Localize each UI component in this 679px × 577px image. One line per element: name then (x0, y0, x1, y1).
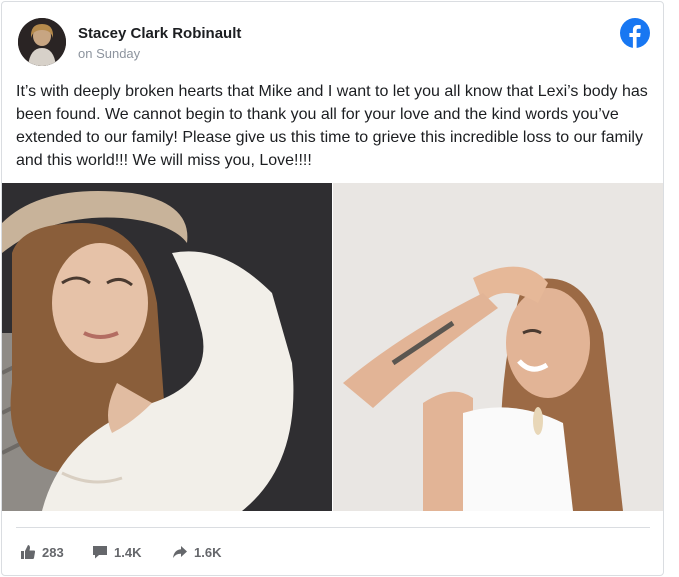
facebook-post-card: Stacey Clark Robinault on Sunday It’s wi… (1, 1, 664, 576)
author-name[interactable]: Stacey Clark Robinault (78, 25, 241, 42)
comment-bubble-icon (93, 546, 107, 559)
post-photo-left[interactable] (2, 183, 332, 511)
comment-count-value: 1.4K (114, 544, 142, 560)
share-count-value: 1.6K (194, 544, 222, 560)
post-body-text: It’s with deeply broken hearts that Mike… (16, 83, 648, 169)
like-count[interactable]: 283 (20, 538, 64, 566)
footer-divider (16, 527, 650, 528)
thumbs-up-icon (21, 545, 36, 559)
like-count-value: 283 (42, 544, 64, 560)
author-avatar[interactable] (18, 18, 66, 66)
photo-woman-smiling (333, 183, 663, 511)
facebook-logo-icon[interactable] (620, 18, 650, 48)
post-timestamp[interactable]: on Sunday (78, 46, 140, 61)
photo-woman-in-hat (2, 183, 332, 511)
comment-count[interactable]: 1.4K (92, 538, 141, 566)
share-count[interactable]: 1.6K (172, 538, 221, 566)
post-header: Stacey Clark Robinault on Sunday (16, 16, 650, 66)
post-photo-right[interactable] (333, 183, 663, 511)
avatar-photo (18, 18, 66, 66)
share-arrow-icon (173, 546, 187, 558)
